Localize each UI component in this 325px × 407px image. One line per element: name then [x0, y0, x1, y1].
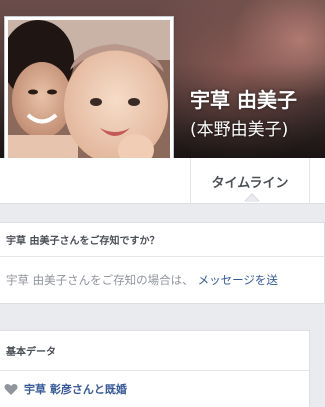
profile-name-block: 宇草 由美子 (本野由美子) [190, 88, 325, 142]
do-you-know-text: 宇草 由美子さんをご存知の場合は、 [6, 273, 194, 287]
basic-data-card: 基本データ 宇草 彰彦さんと既婚 [0, 330, 310, 407]
profile-alternate-name: (本野由美子) [190, 120, 289, 140]
basic-data-title: 基本データ [0, 331, 309, 371]
relationship-row: 宇草 彰彦さんと既婚 [0, 371, 309, 407]
relationship-link[interactable]: 宇草 彰彦さんと既婚 [24, 381, 127, 397]
profile-tabs-bar: タイムライン [0, 158, 325, 204]
active-tab-caret-fill [245, 195, 259, 202]
profile-name[interactable]: 宇草 由美子 [190, 88, 325, 112]
do-you-know-title: 宇草 由美子さんをご存知ですか？ [0, 223, 324, 257]
send-message-link[interactable]: メッセージを送 [198, 272, 278, 288]
do-you-know-body: 宇草 由美子さんをご存知の場合は、 メッセージを送 [0, 257, 324, 303]
do-you-know-card: 宇草 由美子さんをご存知ですか？ 宇草 由美子さんをご存知の場合は、 メッセージを… [0, 222, 325, 304]
heart-icon [4, 383, 18, 396]
